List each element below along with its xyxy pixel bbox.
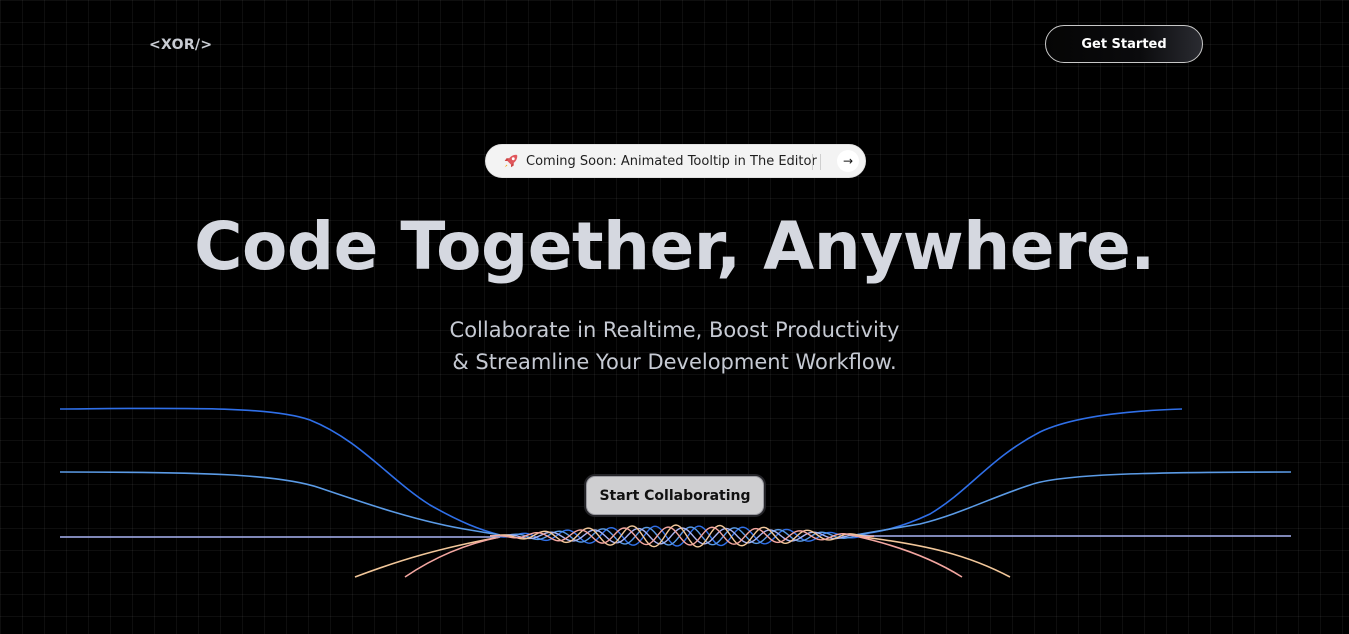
announcement-text: Coming Soon: Animated Tooltip in The Edi… (526, 153, 817, 169)
hero-headline: Code Together, Anywhere. (194, 208, 1155, 285)
get-started-button[interactable]: Get Started (1045, 25, 1203, 63)
wave-line (59, 471, 501, 536)
announcement-pill[interactable]: Coming Soon: Animated Tooltip in The Edi… (485, 144, 866, 178)
start-collaborating-button[interactable]: Start Collaborating (586, 476, 764, 515)
logo[interactable]: <XOR/> (149, 37, 212, 53)
hero-subline-2: & Streamline Your Development Workflow. (452, 350, 897, 374)
wave-line (854, 535, 963, 578)
hero-subline-1: Collaborate in Realtime, Boost Productiv… (449, 318, 900, 342)
rocket-icon (504, 154, 518, 168)
divider (812, 154, 813, 170)
wave-line (854, 471, 1292, 536)
wave-line (404, 536, 501, 578)
wave-line (854, 408, 1183, 536)
divider (820, 154, 821, 170)
arrow-right-icon[interactable]: → (837, 150, 859, 172)
